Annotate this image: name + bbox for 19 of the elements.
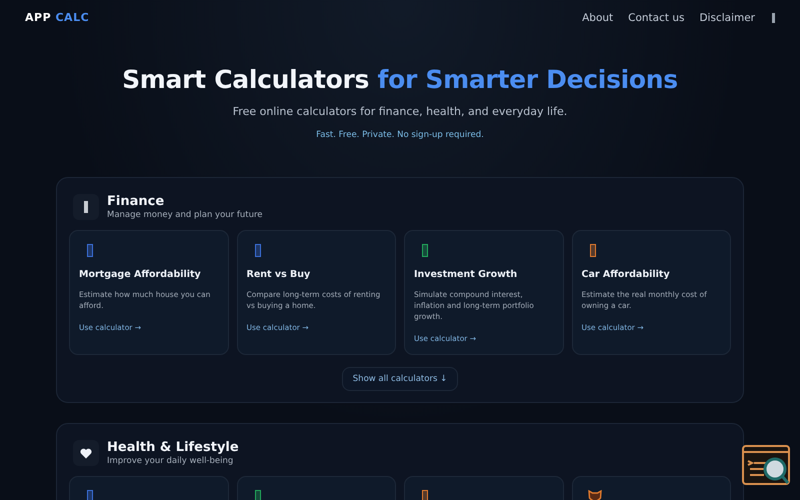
bar-icon bbox=[73, 194, 99, 220]
section-title: Health & Lifestyle bbox=[107, 440, 239, 455]
section-subtitle: Improve your daily well-being bbox=[107, 456, 234, 466]
hero-title: Smart Calculators for Smarter Decisions bbox=[121, 65, 679, 94]
code-search-icon[interactable] bbox=[742, 445, 790, 487]
brand-logo[interactable]: APP CALC bbox=[25, 11, 90, 24]
show-all-button[interactable]: Show all calculators ↓ bbox=[342, 367, 458, 391]
section-title: Finance bbox=[107, 194, 166, 209]
nav-link[interactable]: Disclaimer bbox=[699, 12, 755, 24]
card-title: Mortgage Affordability bbox=[79, 269, 202, 280]
nav-link[interactable]: Contact us bbox=[628, 12, 684, 24]
nav-link[interactable]: About bbox=[582, 12, 614, 24]
section-subtitle: Manage money and plan your future bbox=[107, 210, 262, 220]
card-title: Rent vs Buy bbox=[246, 269, 312, 280]
hero-subtitle: Free online calculators for finance, health, and everyday life. bbox=[232, 105, 568, 118]
hero-tagline: Fast. Free. Private. No sign-up required. bbox=[315, 130, 485, 140]
card-title: Car Affordability bbox=[582, 269, 671, 280]
bar-icon[interactable] bbox=[772, 12, 775, 22]
card-title: Investment Growth bbox=[414, 269, 518, 280]
